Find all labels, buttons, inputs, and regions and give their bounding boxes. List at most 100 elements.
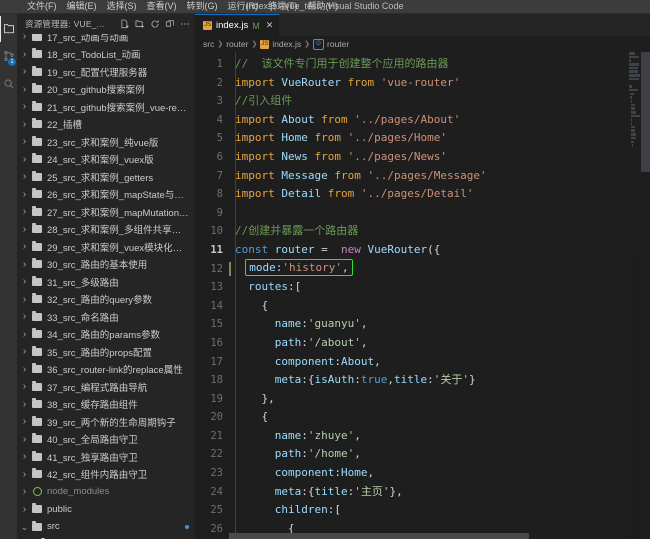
tree-item[interactable]: ›components	[17, 536, 195, 539]
tree-item[interactable]: › 28_src_求和案例_多组件共享数据	[17, 221, 195, 239]
chevron-right-icon[interactable]: ›	[19, 469, 30, 480]
collapse-all-icon[interactable]	[164, 18, 176, 30]
chevron-right-icon[interactable]: ›	[19, 276, 30, 287]
tree-item[interactable]: › 30_src_路由的基本使用	[17, 256, 195, 274]
chevron-right-icon[interactable]: ›	[19, 294, 30, 305]
code-line[interactable]: path:'/home',	[229, 445, 650, 464]
chevron-right-icon[interactable]: ›	[19, 34, 30, 42]
tree-item[interactable]: › 17_src_动画与动画	[17, 34, 195, 46]
tree-item[interactable]: › 29_src_求和案例_vuex模块化编码	[17, 238, 195, 256]
chevron-right-icon[interactable]: ›	[19, 259, 30, 270]
chevron-right-icon[interactable]: ›	[19, 224, 30, 235]
tree-item[interactable]: › 31_src_多级路由	[17, 273, 195, 291]
tree-item[interactable]: › 32_src_路由的query参数	[17, 291, 195, 309]
tree-item[interactable]: › 39_src_两个新的生命周期钩子	[17, 413, 195, 431]
chevron-right-icon[interactable]: ›	[19, 486, 30, 497]
chevron-right-icon[interactable]: ›	[19, 399, 30, 410]
tree-item[interactable]: › public	[17, 501, 195, 519]
code-line[interactable]: import About from '../pages/About'	[229, 111, 650, 130]
tree-item[interactable]: › 21_src_github搜索案例_vue-reso...	[17, 98, 195, 116]
chevron-right-icon[interactable]: ›	[19, 416, 30, 427]
chevron-right-icon[interactable]: ›	[19, 101, 30, 112]
refresh-icon[interactable]	[149, 18, 161, 30]
tree-item[interactable]: › 35_src_路由的props配置	[17, 343, 195, 361]
menu-item-run[interactable]: 运行(R)	[223, 0, 264, 13]
code-line[interactable]: //创建并暴露一个路由器	[229, 222, 650, 241]
tree-item[interactable]: ⌄ src	[17, 518, 195, 536]
vertical-scrollbar-thumb[interactable]	[641, 52, 650, 172]
tree-item[interactable]: › 23_src_求和案例_纯vue版	[17, 133, 195, 151]
code-line[interactable]: // 该文件专门用于创建整个应用的路由器	[229, 55, 650, 74]
breadcrumb-symbol-router[interactable]: router	[327, 39, 349, 49]
code-line[interactable]: },	[229, 390, 650, 409]
code-line[interactable]	[229, 204, 650, 223]
tree-item[interactable]: › 27_src_求和案例_mapMutations...	[17, 203, 195, 221]
tree-item[interactable]: › 33_src_命名路由	[17, 308, 195, 326]
chevron-right-icon[interactable]: ›	[19, 329, 30, 340]
minimap[interactable]	[629, 52, 641, 539]
activity-source-control-icon[interactable]: 1	[0, 42, 17, 70]
breadcrumb-index-js[interactable]: index.js	[272, 39, 301, 49]
chevron-right-icon[interactable]: ›	[19, 504, 30, 515]
tree-item[interactable]: › 40_src_全局路由守卫	[17, 431, 195, 449]
code-line[interactable]: name:'zhuye',	[229, 427, 650, 446]
code-line[interactable]: meta:{title:'主页'},	[229, 483, 650, 502]
code-line[interactable]: import News from '../pages/News'	[229, 148, 650, 167]
code-line[interactable]: import Message from '../pages/Message'	[229, 167, 650, 186]
chevron-right-icon[interactable]: ›	[19, 311, 30, 322]
file-tree[interactable]: › 17_src_动画与动画 › 18_src_TodoList_动画 › 19_src_…	[17, 34, 195, 539]
new-folder-icon[interactable]	[134, 18, 146, 30]
code-editor[interactable]: 1 2 3 4 5 6 7 8 9 10 11 12 13 14 15 16 17 18 19 20 21 22 23 24 2…	[195, 52, 650, 539]
tab-index-js[interactable]: JS index.js M ✕	[195, 14, 281, 36]
more-actions-icon[interactable]	[179, 18, 191, 30]
code-line[interactable]: name:'guanyu',	[229, 315, 650, 334]
tree-item[interactable]: › 18_src_TodoList_动画	[17, 46, 195, 64]
tree-item[interactable]: › node_modules	[17, 483, 195, 501]
chevron-right-icon[interactable]: ›	[19, 49, 30, 60]
tree-item[interactable]: › 36_src_router-link的replace属性	[17, 361, 195, 379]
breadcrumb-router[interactable]: router	[226, 39, 248, 49]
chevron-right-icon[interactable]: ›	[19, 206, 30, 217]
chevron-right-icon[interactable]: ›	[19, 119, 30, 130]
tree-item[interactable]: › 19_src_配置代理服务器	[17, 63, 195, 81]
code-line[interactable]: //引入组件	[229, 92, 650, 111]
menu-item-selection[interactable]: 选择(S)	[102, 0, 142, 13]
code-line[interactable]: {	[229, 297, 650, 316]
menu-item-view[interactable]: 查看(V)	[142, 0, 182, 13]
chevron-right-icon[interactable]: ›	[19, 451, 30, 462]
chevron-right-icon[interactable]: ›	[19, 381, 30, 392]
tree-item[interactable]: › 42_src_组件内路由守卫	[17, 466, 195, 484]
code-line[interactable]: routes:[	[229, 278, 650, 297]
code-line[interactable]: component:Home,	[229, 464, 650, 483]
activity-explorer-icon[interactable]	[0, 16, 17, 42]
activity-search-icon[interactable]	[0, 70, 17, 98]
code-line[interactable]: mode:'history',	[229, 258, 650, 279]
code-line[interactable]: import VueRouter from 'vue-router'	[229, 74, 650, 93]
menu-item-file[interactable]: 文件(F)	[22, 0, 62, 13]
chevron-right-icon[interactable]: ›	[19, 241, 30, 252]
menu-item-terminal[interactable]: 终端(T)	[263, 0, 303, 13]
menu-item-go[interactable]: 转到(G)	[182, 0, 223, 13]
horizontal-scrollbar[interactable]	[195, 533, 641, 539]
code-line[interactable]: meta:{isAuth:true,title:'关于'}	[229, 371, 650, 390]
code-line[interactable]: {	[229, 408, 650, 427]
chevron-right-icon[interactable]: ›	[19, 189, 30, 200]
code-line[interactable]: children:[	[229, 501, 650, 520]
tree-item[interactable]: › 26_src_求和案例_mapState与map...	[17, 186, 195, 204]
vertical-scrollbar[interactable]	[641, 52, 650, 539]
code-line[interactable]: path:'/about',	[229, 334, 650, 353]
chevron-right-icon[interactable]: ›	[19, 346, 30, 357]
tree-item[interactable]: › 24_src_求和案例_vuex版	[17, 151, 195, 169]
chevron-right-icon[interactable]: ›	[19, 434, 30, 445]
new-file-icon[interactable]	[119, 18, 131, 30]
code-line[interactable]: component:About,	[229, 353, 650, 372]
tree-item[interactable]: › 20_src_github搜索案例	[17, 81, 195, 99]
tree-item[interactable]: › 25_src_求和案例_getters	[17, 168, 195, 186]
code-content[interactable]: // 该文件专门用于创建整个应用的路由器 import VueRouter fro…	[229, 52, 650, 539]
chevron-right-icon[interactable]: ›	[19, 66, 30, 77]
chevron-right-icon[interactable]: ›	[19, 154, 30, 165]
code-line[interactable]: import Home from '../pages/Home'	[229, 129, 650, 148]
chevron-right-icon[interactable]: ›	[19, 171, 30, 182]
tree-item[interactable]: › 41_src_独享路由守卫	[17, 448, 195, 466]
menu-item-help[interactable]: 帮助(H)	[303, 0, 344, 13]
